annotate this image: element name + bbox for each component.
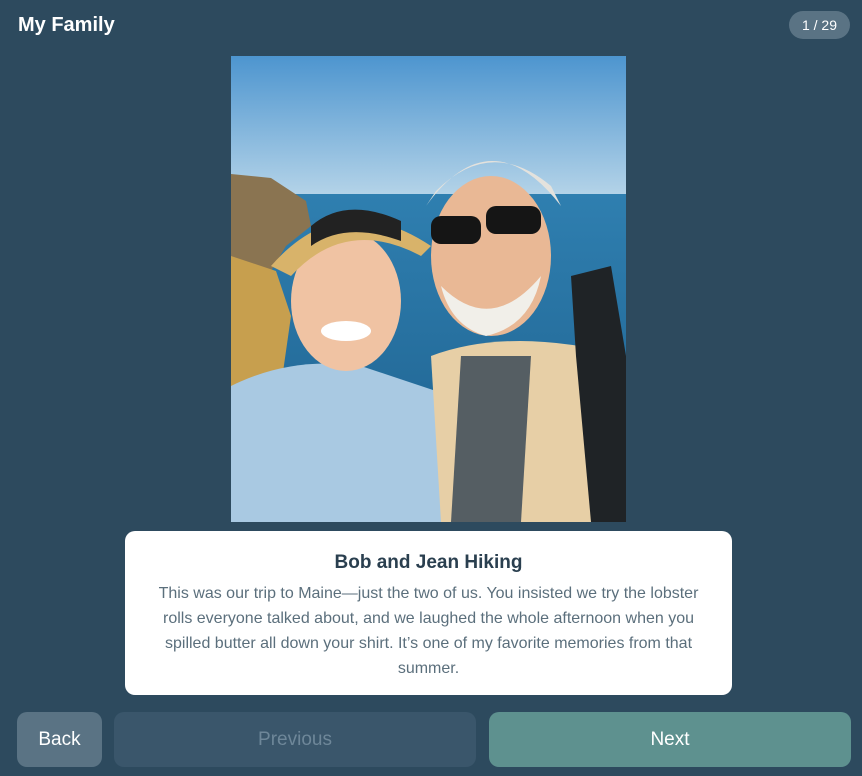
previous-button[interactable]: Previous xyxy=(114,712,476,767)
caption-card: Bob and Jean Hiking This was our trip to… xyxy=(125,531,732,695)
family-photo xyxy=(231,56,626,522)
page-counter-badge: 1 / 29 xyxy=(788,11,850,39)
caption-text: This was our trip to Maine—just the two … xyxy=(158,585,699,677)
caption-title: Bob and Jean Hiking xyxy=(334,552,523,573)
page-title: My Family xyxy=(18,14,115,36)
next-button[interactable]: Next xyxy=(489,712,851,767)
back-button[interactable]: Back xyxy=(17,712,102,767)
